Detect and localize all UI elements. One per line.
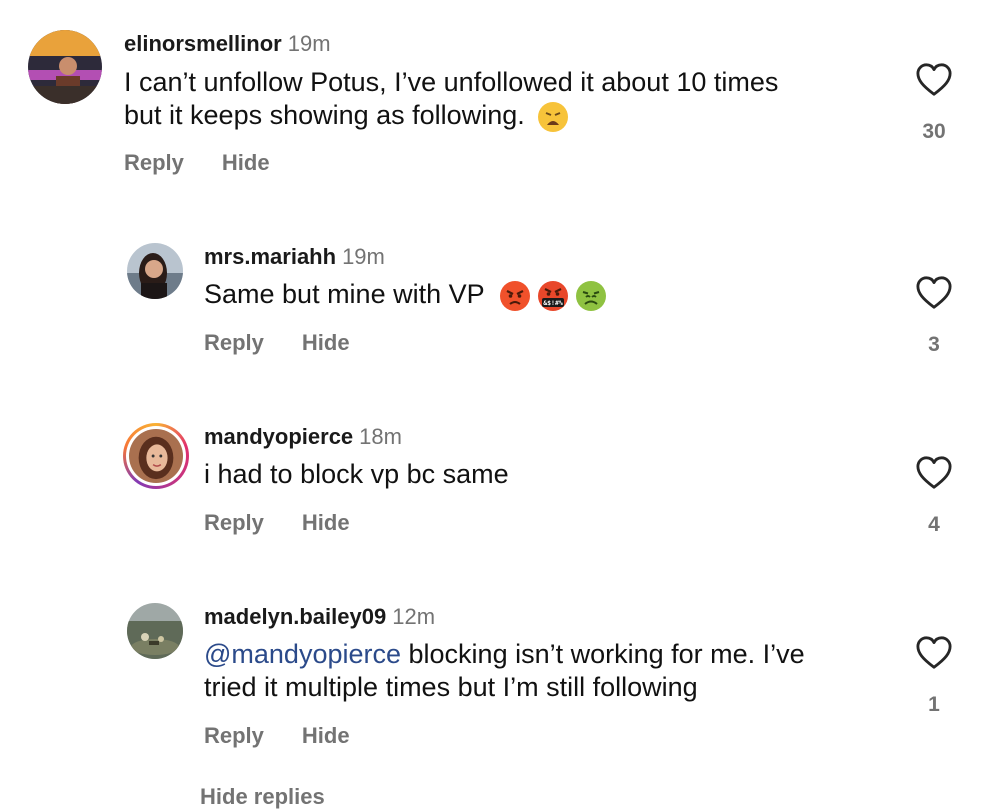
avatar[interactable]	[127, 603, 183, 659]
heart-icon[interactable]	[915, 455, 953, 491]
like-count: 3	[928, 333, 940, 356]
avatar-story-ring[interactable]	[123, 423, 189, 489]
hide-button[interactable]: Hide	[222, 150, 270, 176]
comment-text: @mandyopierce blocking isn’t working for…	[204, 638, 805, 704]
comment-actions: Reply Hide	[124, 150, 270, 176]
hide-replies-button[interactable]: Hide replies	[200, 784, 325, 810]
comment-text-line: I can’t unfollow Potus, I’ve unfollowed …	[124, 67, 779, 97]
comment-actions: Reply Hide	[204, 510, 350, 536]
comment-text-segment: but it keeps showing as following.	[124, 100, 525, 130]
like-count: 1	[928, 693, 940, 716]
reply-button[interactable]: Reply	[124, 150, 184, 176]
comment-text-line: tried it multiple times but I’m still fo…	[204, 672, 698, 702]
heart-icon[interactable]	[915, 635, 953, 671]
face-with-symbols-on-mouth-emoji-icon: &$!#%	[537, 280, 569, 312]
comment-mrs-mariahh: mrs.mariahh 19m Same but mine with VP &$!…	[0, 230, 1000, 380]
username[interactable]: mandyopierce	[204, 424, 353, 449]
heart-icon[interactable]	[915, 62, 953, 98]
comment-text-line: @mandyopierce blocking isn’t working for…	[204, 638, 805, 671]
comment-header: mrs.mariahh 19m	[204, 244, 385, 270]
comment-header: elinorsmellinor 19m	[124, 31, 331, 57]
avatar[interactable]	[127, 243, 183, 299]
comment-actions: Reply Hide	[204, 723, 350, 749]
comment-text-segment: i had to block vp bc same	[204, 459, 509, 489]
comment-header: mandyopierce 18m	[204, 424, 402, 450]
comment-madelyn-bailey09: madelyn.bailey09 12m @mandyopierce blocki…	[0, 590, 1000, 760]
comment-text: I can’t unfollow Potus, I’ve unfollowed …	[124, 66, 778, 133]
like-count: 30	[922, 120, 946, 143]
comment-text-segment: Same but mine with VP	[204, 279, 485, 309]
comment-text-line: but it keeps showing as following.	[124, 99, 778, 133]
comment-actions: Reply Hide	[204, 330, 350, 356]
avatar-ring-inner	[126, 426, 186, 486]
reply-button[interactable]: Reply	[204, 510, 264, 536]
nauseated-face-emoji-icon	[575, 280, 607, 312]
weary-face-emoji-icon	[537, 101, 569, 133]
symbols-text: &$!#%	[543, 299, 563, 307]
hide-button[interactable]: Hide	[302, 510, 350, 536]
username[interactable]: elinorsmellinor	[124, 31, 282, 56]
username[interactable]: mrs.mariahh	[204, 244, 336, 269]
comment-mandyopierce: mandyopierce 18m i had to block vp bc sam…	[0, 410, 1000, 560]
like-count: 4	[928, 513, 940, 536]
avatar[interactable]	[28, 30, 102, 104]
comment-text: i had to block vp bc same	[204, 458, 509, 491]
timestamp: 19m	[287, 31, 331, 56]
hide-button[interactable]: Hide	[302, 723, 350, 749]
like-control: 4	[914, 455, 954, 537]
comment-header: madelyn.bailey09 12m	[204, 604, 435, 630]
comment-elinorsmellinor: elinorsmellinor 19m I can’t unfollow Potu…	[0, 0, 1000, 190]
comment-text: Same but mine with VP &$!#%	[204, 278, 607, 312]
angry-face-emoji-icon	[499, 280, 531, 312]
like-control: 1	[914, 635, 954, 717]
hide-replies-label: Hide replies	[200, 784, 325, 809]
reply-button[interactable]: Reply	[204, 723, 264, 749]
timestamp: 12m	[392, 604, 436, 629]
timestamp: 18m	[359, 424, 402, 449]
timestamp: 19m	[342, 244, 385, 269]
comment-text-segment: blocking isn’t working for me. I’ve	[401, 639, 805, 669]
hide-button[interactable]: Hide	[302, 330, 350, 356]
avatar	[129, 429, 183, 483]
like-control: 3	[914, 275, 954, 357]
mention-link[interactable]: @mandyopierce	[204, 639, 401, 669]
heart-icon[interactable]	[915, 275, 953, 311]
like-control: 30	[914, 62, 954, 144]
reply-button[interactable]: Reply	[204, 330, 264, 356]
username[interactable]: madelyn.bailey09	[204, 604, 386, 629]
